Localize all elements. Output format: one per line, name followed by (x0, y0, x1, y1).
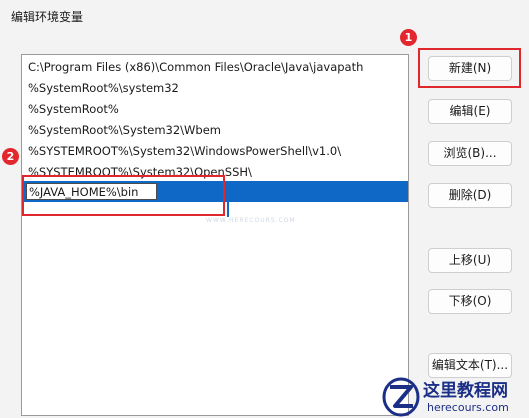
list-item[interactable]: %SYSTEMROOT%\System32\OpenSSH\ (22, 162, 408, 183)
list-item-selected[interactable] (22, 181, 408, 202)
path-list[interactable]: C:\Program Files (x86)\Common Files\Orac… (21, 54, 409, 416)
list-item[interactable]: %SystemRoot%\System32\Wbem (22, 120, 408, 141)
brand-name: 这里教程网 (423, 381, 508, 401)
list-item[interactable]: %SystemRoot%\system32 (22, 78, 408, 99)
brand-logo-icon (382, 377, 420, 417)
watermark-text: WWW.HERECOURS.COM (206, 217, 296, 224)
step-1-badge: 1 (400, 29, 417, 46)
list-item[interactable]: %SYSTEMROOT%\System32\WindowsPowerShell\… (22, 141, 408, 162)
dialog-title: 编辑环境变量 (11, 10, 84, 24)
brand-url: herecours.com (427, 401, 509, 414)
new-button[interactable]: 新建(N) (428, 56, 512, 81)
move-up-button[interactable]: 上移(U) (428, 248, 512, 273)
path-edit-input[interactable] (26, 183, 157, 200)
edit-button[interactable]: 编辑(E) (428, 99, 512, 124)
list-item[interactable]: %SystemRoot% (22, 99, 408, 120)
browse-button[interactable]: 浏览(B)... (428, 141, 512, 166)
list-item[interactable]: C:\Program Files (x86)\Common Files\Orac… (22, 57, 408, 78)
brand-logo: 这里教程网 herecours.com (381, 375, 529, 418)
delete-button[interactable]: 删除(D) (428, 183, 512, 208)
text-cursor (227, 201, 229, 217)
step-2-badge: 2 (2, 148, 19, 165)
move-down-button[interactable]: 下移(O) (428, 289, 512, 314)
